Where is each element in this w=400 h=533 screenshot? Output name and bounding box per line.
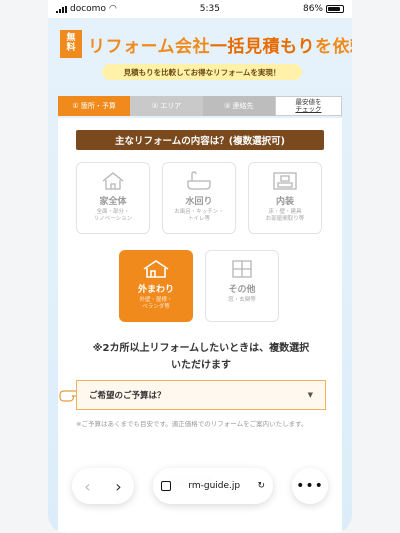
nav-controls: ‹ › bbox=[72, 468, 134, 504]
step-3: ③ 連絡先 bbox=[202, 96, 275, 116]
option-other[interactable]: その他 窓・玄関等 bbox=[205, 250, 279, 322]
multi-select-note: ※2カ所以上リフォームしたいときは、複数選択 いただけます bbox=[76, 340, 326, 374]
back-icon[interactable]: ‹ bbox=[84, 477, 90, 496]
note-line-2: いただけます bbox=[171, 360, 231, 371]
option-name: 水回り bbox=[185, 197, 213, 207]
carrier: docomo bbox=[70, 4, 106, 14]
note-line-1: ※2カ所以上リフォームしたいときは、複数選択 bbox=[92, 343, 310, 354]
phone-frame: docomo ◠ 5:35 86% 無 料 リフォーム会社一括見積もりを依頼 見… bbox=[0, 0, 400, 533]
option-exterior[interactable]: 外まわり 外壁・屋根・ ベランダ等 bbox=[119, 250, 193, 322]
page-title: リフォーム会社一括見積もりを依頼 bbox=[88, 32, 352, 57]
step-2: ② エリア bbox=[130, 96, 203, 116]
title-pre: リフォーム会社 bbox=[88, 37, 210, 57]
subtitle: 見積もりを比較してお得なリフォームを実現！ bbox=[102, 64, 302, 80]
option-name: 家全体 bbox=[99, 197, 127, 207]
more-button[interactable]: ••• bbox=[292, 468, 328, 504]
clock: 5:35 bbox=[199, 4, 220, 14]
wifi-icon: ◠ bbox=[108, 4, 117, 14]
battery-percent: 86% bbox=[302, 4, 323, 14]
bathtub-icon bbox=[187, 171, 211, 190]
status-bar: docomo ◠ 5:35 86% bbox=[48, 0, 352, 18]
window-icon bbox=[232, 260, 252, 278]
more-icon: ••• bbox=[296, 478, 324, 494]
option-whole-house[interactable]: 家全体 全面・部分・ リノベーション bbox=[76, 162, 150, 234]
option-desc: 外壁・屋根・ ベランダ等 bbox=[139, 297, 173, 311]
budget-placeholder: ご希望のご予算は？ bbox=[89, 391, 166, 401]
option-desc: お風呂・キッチン・ トイレ等 bbox=[174, 209, 224, 223]
option-water[interactable]: 水回り お風呂・キッチン・ トイレ等 bbox=[162, 162, 236, 234]
question-heading: 主なリフォームの内容は？(複数選択可) bbox=[76, 130, 324, 150]
option-desc: 窓・玄関等 bbox=[228, 297, 256, 303]
option-name: その他 bbox=[228, 285, 256, 295]
url-text: rm-guide.jp bbox=[188, 481, 241, 491]
chevron-down-icon: ▼ bbox=[307, 391, 313, 399]
reload-icon[interactable]: ↻ bbox=[257, 481, 265, 491]
step-4-bottom: チェック bbox=[295, 105, 322, 113]
free-badge-bottom: 料 bbox=[66, 43, 76, 53]
browser-toolbar: ‹ › rm-guide.jp ↻ ••• bbox=[72, 462, 328, 510]
address-bar[interactable]: rm-guide.jp ↻ bbox=[153, 468, 273, 504]
tabs-icon[interactable] bbox=[161, 481, 171, 491]
screen: docomo ◠ 5:35 86% 無 料 リフォーム会社一括見積もりを依頼 見… bbox=[48, 0, 352, 533]
step-indicator: ① 箇所・予算 ② エリア ③ 連絡先 最安値を チェック bbox=[58, 96, 343, 116]
title-post: を依頼 bbox=[315, 37, 352, 57]
step-4: 最安値を チェック bbox=[274, 96, 343, 116]
option-name: 外まわり bbox=[137, 285, 174, 295]
option-interior[interactable]: 内装 床・壁・建具 お部屋間取り等 bbox=[248, 162, 322, 234]
free-badge: 無 料 bbox=[60, 30, 82, 58]
budget-select[interactable]: ご希望のご予算は？ ▼ bbox=[76, 380, 326, 410]
signal-icon bbox=[56, 5, 67, 13]
budget-fine-print: ※ご予算はあくまでも目安です。適正価格でのリフォームをご案内いたします。 bbox=[76, 420, 308, 428]
option-desc: 床・壁・建具 お部屋間取り等 bbox=[265, 209, 305, 223]
page: 無 料 リフォーム会社一括見積もりを依頼 見積もりを比較してお得なリフォームを実… bbox=[48, 18, 352, 533]
forward-icon[interactable]: › bbox=[115, 477, 121, 496]
house-icon bbox=[102, 172, 124, 190]
step-1: ① 箇所・予算 bbox=[58, 96, 131, 116]
title-accent: 一括見積もり bbox=[210, 37, 315, 57]
battery-icon bbox=[325, 5, 344, 13]
option-desc: 全面・部分・ リノベーション bbox=[93, 209, 133, 223]
exterior-roof-icon bbox=[143, 260, 169, 278]
interior-icon bbox=[273, 172, 297, 190]
option-name: 内装 bbox=[275, 197, 294, 207]
